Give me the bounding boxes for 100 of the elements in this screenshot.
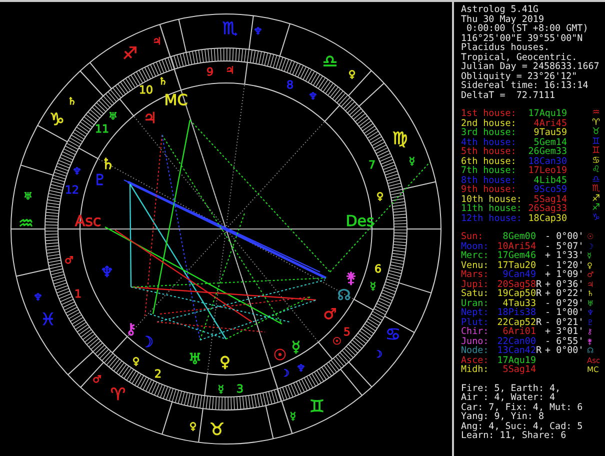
latitude-value: + 0°00' <box>545 346 585 356</box>
house-cusp-value: 18Cap30 <box>527 214 567 223</box>
latitude-value: - 0°00' <box>545 232 585 242</box>
ruler-glyph: ♆ <box>296 364 306 374</box>
latitude-value: + 0°36' <box>545 280 585 289</box>
zodiac-sign-glyph: ♉ <box>209 420 225 440</box>
zodiac-sign-glyph: ♓ <box>40 310 56 330</box>
planet-label: Nept: <box>461 308 490 318</box>
element-summary-line: Car: 7, Fix: 4, Mut: 6 <box>461 402 583 412</box>
house-number: 2 <box>154 368 162 380</box>
chart-point-glyph: ☽ <box>140 333 154 351</box>
zodiac-sign-glyph: ♊ <box>309 397 325 417</box>
ruler-glyph: ♆ <box>72 166 82 178</box>
house-cusp-value: 17Leo19 <box>527 166 567 176</box>
planet-position: 22Can00 <box>496 336 536 346</box>
ruler-glyph: ♀ <box>132 356 140 368</box>
sign-glyph: ♏ <box>592 185 600 194</box>
ruler-glyph: ♀ <box>348 70 356 80</box>
ruler-glyph: ♀ <box>189 422 197 432</box>
info-line: 116°25'00"E 39°55'00"N <box>461 34 583 43</box>
house-label: 8th house: <box>461 176 518 185</box>
planet-position: 17Aqu19 <box>496 356 536 365</box>
sign-glyph: ♒ <box>592 109 600 118</box>
element-summary-line: Yang: 9, Yin: 8 <box>461 412 544 422</box>
ruler-glyph: ♂ <box>64 256 74 266</box>
ruler-glyph: ♅ <box>24 192 32 202</box>
planet-position: 18Pis38 <box>496 308 536 318</box>
house-number: 7 <box>368 158 376 172</box>
element-summary-line: Learn: 11, Share: 6 <box>461 431 566 440</box>
ruler-glyph: ♅ <box>108 112 118 122</box>
chart-point-glyph: ♂ <box>323 305 337 323</box>
house-number: 1 <box>74 288 82 300</box>
planet-label: Moon: <box>461 242 490 251</box>
house-cusp-value: 18Can30 <box>527 156 567 166</box>
latitude-value: - 5°07' <box>545 242 585 251</box>
chart-point-glyph: ♀ <box>220 353 230 371</box>
planet-position: 4Tau33 <box>502 298 536 308</box>
info-line: Placidus houses. <box>461 43 550 52</box>
house-cusp-value: 4Ari45 <box>534 118 567 128</box>
planet-label: Asce: <box>461 356 490 365</box>
sign-glyph: ♐ <box>592 204 600 214</box>
zodiac-sign-glyph: ♒ <box>18 214 34 234</box>
latitude-value: - 1°20' <box>545 260 585 270</box>
chart-point-glyph: ⚷ <box>126 320 136 338</box>
house-label: 12th house: <box>461 214 523 223</box>
retrograde-label: R <box>536 346 542 356</box>
house-number: 6 <box>374 262 382 276</box>
latitude-value: - 1°00' <box>545 308 585 318</box>
ruler-glyph: ♃ <box>226 66 234 76</box>
sign-glyph: ♐ <box>592 194 600 204</box>
latitude-value: - 0°21' <box>545 318 585 327</box>
chart-point-glyph: ♃ <box>143 109 157 127</box>
house-label: 7th house: <box>461 166 518 176</box>
ruler-glyph: ☽ <box>374 350 382 360</box>
sign-glyph: ♊ <box>592 138 600 146</box>
sign-glyph: ♋ <box>592 156 600 166</box>
chart-point-glyph: ⚵ <box>346 269 356 287</box>
planet-label: Jupi: <box>461 280 490 289</box>
retrograde-label: R <box>536 280 542 289</box>
house-number: 12 <box>65 184 79 196</box>
zodiac-sign-glyph: ♑ <box>49 110 65 130</box>
house-cusp-value: 5Sag14 <box>534 194 567 204</box>
house-label: 1st house: <box>461 109 518 118</box>
element-summary-line: Ang: 4, Suc: 4, Cad: 5 <box>461 422 583 431</box>
planet-label: Merc: <box>461 251 490 260</box>
planet-position: 20Sag58 <box>496 280 536 289</box>
house-label: 4th house: <box>461 138 518 147</box>
element-summary-line: Air : 4, Water: 4 <box>461 393 556 402</box>
house-label: 6th house: <box>461 156 518 166</box>
zodiac-sign-glyph: ♎ <box>322 52 338 72</box>
ruler-glyph: ♆ <box>308 92 318 102</box>
planet-position: 8Gem00 <box>502 232 536 242</box>
house-cusp-value: 17Aqu19 <box>527 109 567 118</box>
ruler-glyph: ♄ <box>68 96 76 108</box>
chart-point-glyph: ☿ <box>291 338 301 356</box>
ruler-glyph: ☉ <box>332 336 342 348</box>
planet-position: 22Cap52 <box>496 318 536 327</box>
planet-position: 10Ari54 <box>496 242 536 251</box>
house-number: 9 <box>206 66 214 78</box>
sign-glyph: ♌ <box>592 166 600 176</box>
chart-point-glyph: ♆ <box>100 263 114 281</box>
house-cusp-value: 26Gem33 <box>527 147 567 156</box>
ruler-glyph: ☿ <box>290 412 296 422</box>
info-line: 0:00:00 (ST +8:00 GMT) <box>466 24 588 34</box>
zodiac-sign-glyph: ♐ <box>122 44 138 64</box>
latitude-value: - 6°55' <box>545 336 585 346</box>
house-cusp-value: 5Gem14 <box>534 138 567 147</box>
info-line: Julian Day = 2458633.1667 <box>461 62 600 72</box>
sign-glyph: ♈ <box>592 118 600 128</box>
zodiac-sign-glyph: ♈ <box>110 385 126 405</box>
house-cusp-value: 26Sag33 <box>527 204 567 214</box>
sign-glyph: ♎ <box>592 176 600 184</box>
ruler-glyph: ☽ <box>280 368 290 380</box>
house-label: 5th house: <box>461 147 518 156</box>
chart-point-glyph: ♄ <box>101 155 115 173</box>
planet-label: Venu: <box>461 260 490 270</box>
latitude-value: + 1°09' <box>545 270 585 280</box>
ruler-glyph: ☿ <box>370 282 376 292</box>
planet-position: 19Cap50 <box>496 289 536 298</box>
chart-point-glyph: ☊ <box>337 286 351 304</box>
